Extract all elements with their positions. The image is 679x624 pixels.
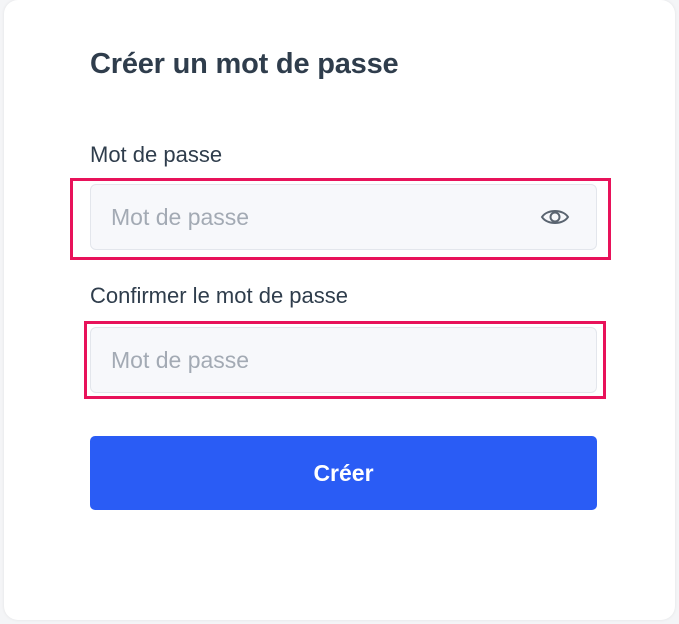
password-input-container [90, 184, 597, 250]
password-input[interactable] [91, 185, 596, 249]
create-button[interactable]: Créer [90, 436, 597, 510]
confirm-password-input[interactable] [91, 328, 596, 392]
eye-icon[interactable] [540, 207, 570, 227]
create-password-card: Créer un mot de passe Mot de passe Confi… [4, 0, 675, 620]
password-label: Mot de passe [90, 142, 223, 167]
confirm-password-input-container [90, 327, 597, 393]
confirm-password-label: Confirmer le mot de passe [90, 283, 348, 308]
page-title: Créer un mot de passe [90, 48, 399, 80]
